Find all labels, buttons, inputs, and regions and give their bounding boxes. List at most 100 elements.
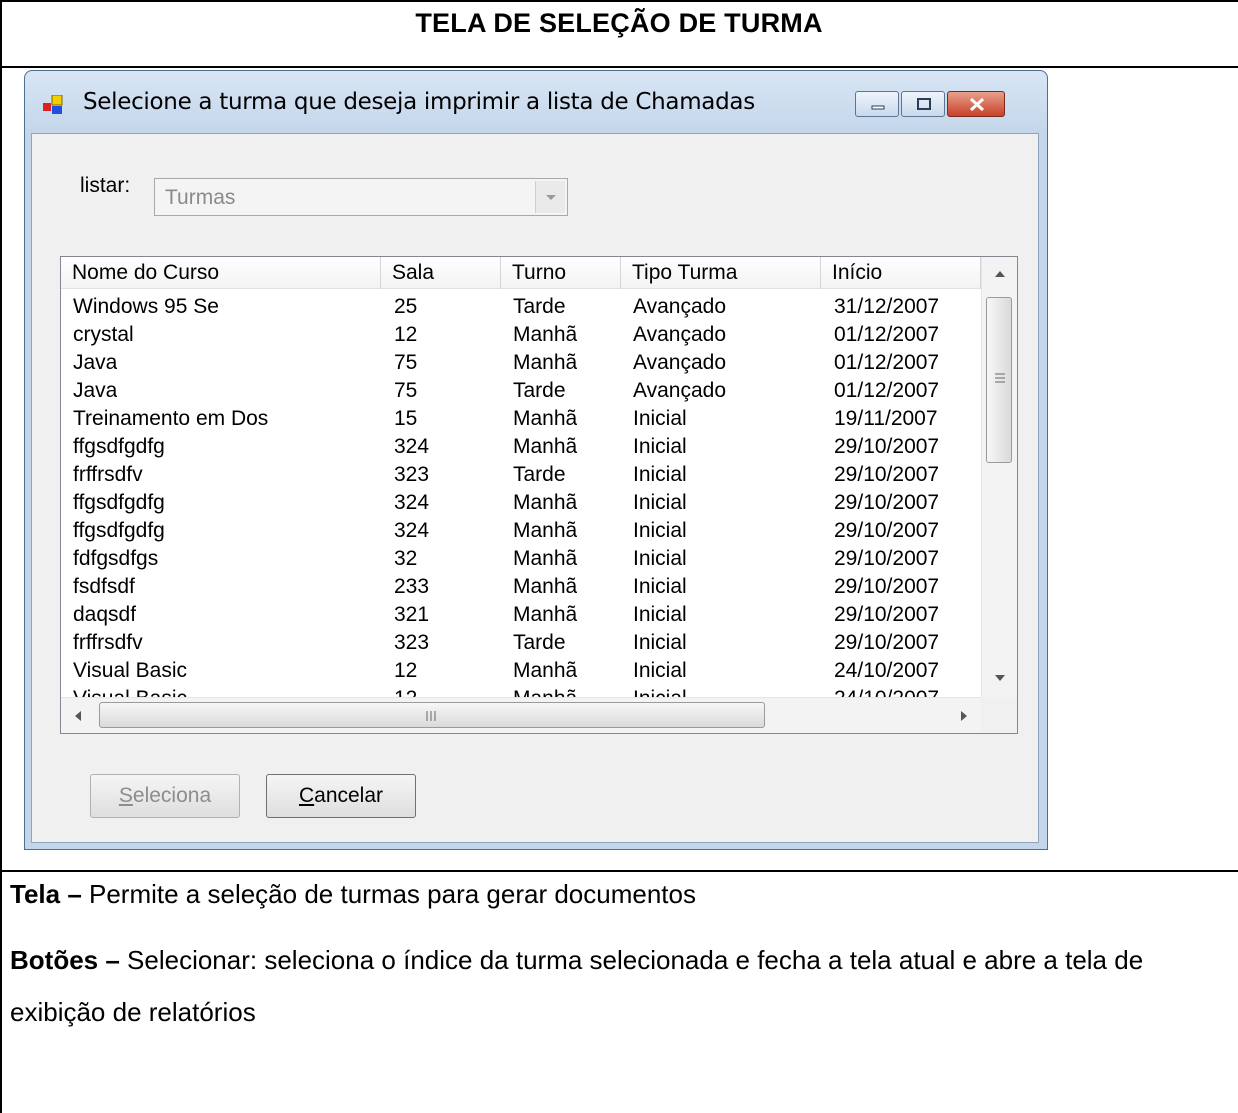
maximize-button[interactable] (901, 91, 945, 117)
horizontal-scroll-thumb[interactable] (99, 702, 765, 728)
title-bar[interactable]: Selecione a turma que deseja imprimir a … (25, 71, 1047, 133)
botoes-description: Botões – Selecionar: seleciona o índice … (10, 934, 1235, 1038)
combobox-value: Turmas (165, 186, 236, 209)
table-row[interactable]: Treinamento em Dos 15 Manhã Inicial 19/11/20… (61, 405, 981, 433)
scrollbar-corner (981, 697, 1017, 733)
table-row[interactable]: frffrsdfv 323 Tarde Inicial 29/10/2007 (61, 461, 981, 489)
cell-tipo: Inicial (633, 407, 687, 430)
cell-tipo: Inicial (633, 491, 687, 514)
table-row[interactable]: Visual Basic 12 Manhã Inicial 24/10/2007 (61, 657, 981, 685)
grip-icon (995, 373, 1005, 383)
cell-nome: ffgsdfgdfg (73, 491, 165, 514)
cell-turno: Manhã (513, 351, 578, 374)
dialog-client-area: listar: Turmas Nome do Curso Sala Turno … (31, 133, 1039, 843)
horizontal-scrollbar[interactable] (61, 697, 981, 733)
close-button[interactable] (947, 91, 1005, 117)
cell-turno: Tarde (513, 379, 566, 402)
botoes-text: Selecionar: seleciona o índice da turma … (10, 945, 1144, 1027)
cancelar-button[interactable]: Cancelar (266, 774, 416, 818)
cell-tipo: Avançado (633, 379, 727, 402)
column-header-tipo[interactable]: Tipo Turma (621, 257, 821, 289)
cell-inicio: 29/10/2007 (834, 547, 940, 570)
column-header-turno[interactable]: Turno (501, 257, 621, 289)
column-header-nome[interactable]: Nome do Curso (61, 257, 381, 289)
frame-top-border (0, 0, 1238, 2)
vertical-scroll-thumb[interactable] (986, 297, 1012, 463)
cell-inicio: 29/10/2007 (834, 519, 940, 542)
column-header-inicio[interactable]: Início (821, 257, 981, 289)
maximize-icon (917, 98, 931, 110)
seleciona-label: eleciona (132, 784, 212, 807)
cell-inicio: 19/11/2007 (834, 407, 938, 430)
cell-tipo: Inicial (633, 603, 687, 626)
cell-turno: Manhã (513, 407, 578, 430)
cell-inicio: 29/10/2007 (834, 463, 940, 486)
frame-left-border (0, 0, 2, 1113)
cell-sala: 323 (394, 631, 430, 654)
cell-sala: 324 (394, 491, 430, 514)
cell-sala: 233 (394, 575, 430, 598)
tela-description: Tela – Permite a seleção de turmas para … (10, 876, 1235, 912)
cell-nome: Java (73, 351, 118, 374)
cell-nome: ffgsdfgdfg (73, 435, 165, 458)
table-row[interactable]: fsdfsdf 233 Manhã Inicial 29/10/2007 (61, 573, 981, 601)
table-row[interactable]: fdfgsdfgs 32 Manhã Inicial 29/10/2007 (61, 545, 981, 573)
cell-nome: fdfgsdfgs (73, 547, 159, 570)
dialog-window: Selecione a turma que deseja imprimir a … (24, 70, 1048, 850)
table-row[interactable]: Visual Basic 12 Manhã Inicial 24/10/2007 (61, 685, 981, 697)
cell-nome: crystal (73, 323, 134, 346)
cell-nome: Visual Basic (73, 685, 187, 697)
list-header: Nome do Curso Sala Turno Tipo Turma Iníc… (61, 257, 1017, 289)
combobox-dropdown-button[interactable] (535, 181, 565, 213)
tela-label: Tela – (10, 879, 82, 909)
table-row[interactable]: frffrsdfv 323 Tarde Inicial 29/10/2007 (61, 629, 981, 657)
table-row[interactable]: crystal 12 Manhã Avançado 01/12/2007 (61, 321, 981, 349)
seleciona-button[interactable]: Seleciona (90, 774, 240, 818)
cell-sala: 12 (394, 323, 418, 346)
seleciona-mnemonic: S (118, 784, 133, 807)
cell-turno: Manhã (513, 575, 578, 598)
cancelar-mnemonic: C (298, 784, 315, 807)
table-row[interactable]: Java 75 Tarde Avançado 01/12/2007 (61, 377, 981, 405)
document-title: TELA DE SELEÇÃO DE TURMA (415, 8, 823, 38)
listar-combobox[interactable]: Turmas (154, 178, 568, 216)
cell-inicio: 24/10/2007 (834, 685, 939, 697)
vertical-scrollbar[interactable] (981, 257, 1017, 697)
cell-inicio: 29/10/2007 (834, 603, 940, 626)
cell-turno: Manhã (513, 491, 578, 514)
cell-tipo: Avançado (633, 295, 727, 318)
table-row[interactable]: Windows 95 Se 25 Tarde Avançado 31/12/2007 (61, 293, 981, 321)
cell-tipo: Inicial (633, 435, 687, 458)
column-header-sala[interactable]: Sala (381, 257, 501, 289)
cell-nome: Windows 95 Se (73, 295, 219, 318)
minimize-button[interactable] (855, 91, 899, 117)
cell-turno: Tarde (513, 631, 566, 654)
cell-inicio: 24/10/2007 (834, 659, 940, 682)
cell-inicio: 01/12/2007 (834, 379, 940, 402)
cell-tipo: Inicial (633, 463, 687, 486)
cell-nome: Treinamento em Dos (73, 407, 269, 430)
cell-inicio: 29/10/2007 (834, 575, 940, 598)
cell-nome: frffrsdfv (73, 463, 143, 486)
turmas-listview[interactable]: Nome do Curso Sala Turno Tipo Turma Iníc… (60, 256, 1018, 734)
cell-inicio: 29/10/2007 (834, 631, 940, 654)
cell-sala: 25 (394, 295, 418, 318)
cell-tipo: Inicial (633, 547, 687, 570)
cell-tipo: Inicial (633, 519, 687, 542)
cell-sala: 12 (394, 659, 418, 682)
window-title: Selecione a turma que deseja imprimir a … (83, 89, 755, 115)
cell-inicio: 31/12/2007 (834, 295, 940, 318)
table-row[interactable]: ffgsdfgdfg 324 Manhã Inicial 29/10/2007 (61, 517, 981, 545)
table-row[interactable]: Java 75 Manhã Avançado 01/12/2007 (61, 349, 981, 377)
minimize-icon (871, 105, 885, 110)
table-row[interactable]: ffgsdfgdfg 324 Manhã Inicial 29/10/2007 (61, 489, 981, 517)
listar-label: listar: (80, 174, 131, 197)
cell-nome: Java (73, 379, 118, 402)
cell-tipo: Inicial (633, 631, 687, 654)
botoes-label: Botões – (10, 945, 120, 975)
table-row[interactable]: ffgsdfgdfg 324 Manhã Inicial 29/10/2007 (61, 433, 981, 461)
cell-sala: 324 (394, 519, 430, 542)
cell-turno: Manhã (513, 435, 578, 458)
table-row[interactable]: daqsdf 321 Manhã Inicial 29/10/2007 (61, 601, 981, 629)
title-divider (0, 66, 1238, 68)
